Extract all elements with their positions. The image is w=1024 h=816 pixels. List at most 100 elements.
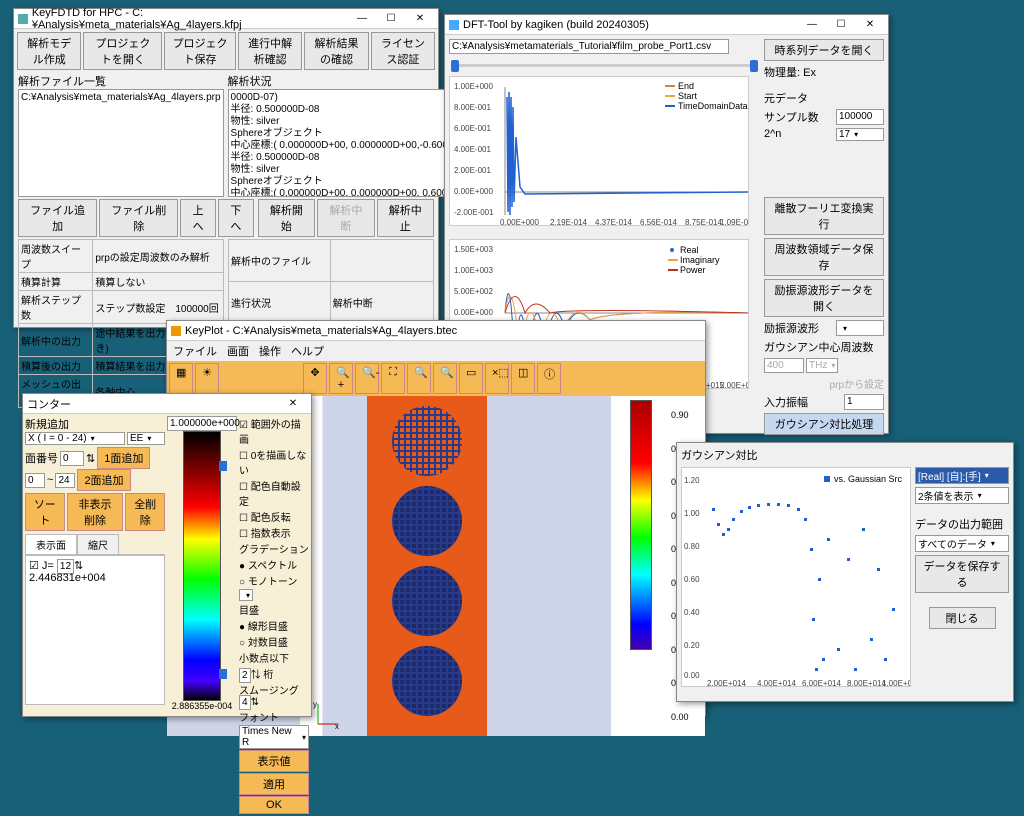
- svg-text:End: End: [678, 81, 694, 91]
- tool-zoomin-icon[interactable]: 🔍+: [329, 363, 353, 394]
- tool-sun-icon[interactable]: ☀: [195, 363, 219, 394]
- tool-sel-icon[interactable]: ▭: [459, 363, 483, 394]
- btn-disp[interactable]: 表示値: [239, 750, 309, 772]
- svg-text:y: y: [313, 700, 317, 709]
- disp-select[interactable]: 2条値を表示: [915, 487, 1009, 504]
- phys-label: 物理量: Ex: [764, 64, 884, 80]
- ck-invert[interactable]: 配色反転: [239, 509, 309, 524]
- btn-ok[interactable]: OK: [239, 796, 309, 814]
- close-icon[interactable]: ✕: [279, 396, 307, 412]
- tool-x-icon[interactable]: ×⬚: [485, 363, 509, 394]
- btn-del[interactable]: 全削除: [125, 493, 165, 531]
- svg-text:Start: Start: [678, 91, 698, 101]
- svg-text:1.00: 1.00: [684, 509, 700, 518]
- svg-text:8.00E+014: 8.00E+014: [847, 679, 886, 687]
- btn-start[interactable]: 解析開始: [258, 199, 315, 237]
- menu-view[interactable]: 画面: [227, 343, 249, 359]
- tool-zoomout-icon[interactable]: 🔍-: [355, 363, 379, 394]
- svg-text:0.80: 0.80: [684, 542, 700, 551]
- btn-open-exc[interactable]: 励振源波形データを開く: [764, 279, 884, 317]
- gauss-window: ガウシアン対比 1.201.000.800.600.400.200.00 2.0…: [676, 442, 1014, 702]
- comp-select[interactable]: EE: [127, 432, 165, 445]
- exp-select[interactable]: 17: [836, 128, 884, 141]
- ck-exp[interactable]: 指数表示: [239, 525, 309, 540]
- btn-stop[interactable]: 解析中止: [377, 199, 434, 237]
- tool-zoom3-icon[interactable]: 🔍: [433, 363, 457, 394]
- max-icon[interactable]: ☐: [827, 17, 855, 33]
- tool-move-icon[interactable]: ✥: [303, 363, 327, 394]
- svg-text:6.56E-014: 6.56E-014: [640, 218, 677, 226]
- close-icon[interactable]: ✕: [406, 11, 434, 27]
- menu-help[interactable]: ヘルプ: [291, 343, 324, 359]
- btn-pause: 解析中断: [317, 199, 374, 237]
- dft-titlebar[interactable]: DFT-Tool by kagiken (build 20240305) —☐✕: [445, 15, 888, 35]
- btn-openproj[interactable]: プロジェクトを開く: [83, 32, 162, 70]
- menu-op[interactable]: 操作: [259, 343, 281, 359]
- max-icon[interactable]: ☐: [377, 11, 405, 27]
- amp-input[interactable]: 1: [844, 394, 884, 410]
- svg-text:1.00E+000: 1.00E+000: [454, 82, 493, 91]
- close-icon[interactable]: ✕: [856, 17, 884, 33]
- btn-sort[interactable]: ソート: [25, 493, 65, 531]
- tool-ruler-icon[interactable]: ◫: [511, 363, 535, 394]
- cmax-input[interactable]: 1.000000e+000: [167, 416, 237, 431]
- rd-log[interactable]: 対数目盛: [239, 634, 309, 649]
- window-title: DFT-Tool by kagiken (build 20240305): [463, 19, 649, 31]
- filelist-box[interactable]: C:¥Analysis¥meta_materials¥Ag_4layers.pr…: [18, 89, 224, 197]
- svg-text:1.20: 1.20: [684, 476, 700, 485]
- j-check[interactable]: [29, 560, 42, 572]
- btn-license[interactable]: ライセンス認証: [371, 32, 435, 70]
- svg-text:8.75E-014: 8.75E-014: [685, 218, 722, 226]
- btn-result[interactable]: 解析結果の確認: [304, 32, 368, 70]
- min-icon[interactable]: —: [798, 17, 826, 33]
- rd-linear[interactable]: 線形目盛: [239, 618, 309, 633]
- tab-scale[interactable]: 縮尺: [77, 534, 119, 554]
- keyplot-titlebar[interactable]: KeyPlot - C:¥Analysis¥meta_materials¥Ag_…: [167, 321, 705, 341]
- status-box[interactable]: 0000D-07) 半径: 0.500000D-08 物性: silver Sp…: [228, 89, 475, 197]
- range-slider[interactable]: [451, 60, 758, 70]
- slider-handle[interactable]: [219, 669, 227, 679]
- btn-saveproj[interactable]: プロジェクト保存: [164, 32, 236, 70]
- tab-surface[interactable]: 表示面: [25, 534, 77, 554]
- btn-model[interactable]: 解析モデル作成: [17, 32, 81, 70]
- btn-close[interactable]: 閉じる: [929, 607, 996, 629]
- min-icon[interactable]: —: [348, 11, 376, 27]
- tool-fit-icon[interactable]: ⛶: [381, 363, 405, 394]
- rd-mono[interactable]: モノトーン: [239, 573, 309, 588]
- excwave-select[interactable]: [836, 320, 884, 336]
- ck-range[interactable]: 範囲外の描画: [239, 416, 309, 446]
- btn-save-data[interactable]: データを保存する: [915, 555, 1009, 593]
- btn-fft[interactable]: 離散フーリエ変換実行: [764, 197, 884, 235]
- btn-add1[interactable]: 1面追加: [97, 447, 150, 469]
- axis-select[interactable]: X ( I = 0 - 24): [25, 432, 125, 445]
- colorbar-panel: [611, 396, 671, 736]
- status-label: 解析状況: [228, 73, 475, 89]
- ck-zero[interactable]: 0を描画しない: [239, 447, 309, 477]
- btn-fileadd[interactable]: ファイル追加: [18, 199, 97, 237]
- gradient-bar: [183, 431, 221, 701]
- btn-gauss[interactable]: ガウシアン対比処理: [764, 413, 884, 435]
- range-select[interactable]: すべてのデータ: [915, 535, 1009, 552]
- btn-save-freq[interactable]: 周波数領域データ保存: [764, 238, 884, 276]
- keyfdtd-titlebar[interactable]: KeyFDTD for HPC - C:¥Analysis¥meta_mater…: [14, 9, 438, 29]
- tool-cube-icon[interactable]: ▦: [169, 363, 193, 394]
- btn-up[interactable]: 上へ: [180, 199, 216, 237]
- btn-down[interactable]: 下へ: [218, 199, 254, 237]
- face-input[interactable]: 0: [60, 451, 84, 466]
- btn-filedel[interactable]: ファイル削除: [99, 199, 178, 237]
- mode-select[interactable]: [Real] [自]:[手]: [915, 467, 1009, 484]
- tool-info-icon[interactable]: ⓘ: [537, 363, 561, 394]
- btn-hide[interactable]: 非表示削除: [67, 493, 124, 531]
- slider-handle[interactable]: [219, 461, 227, 471]
- ck-auto[interactable]: 配色自動設定: [239, 478, 309, 508]
- sample-input[interactable]: 100000: [836, 109, 884, 125]
- contour-titlebar[interactable]: コンター ✕: [23, 394, 311, 414]
- btn-add2[interactable]: 2面追加: [77, 469, 130, 491]
- tool-zoom2-icon[interactable]: 🔍: [407, 363, 431, 394]
- btn-progress[interactable]: 進行中解析確認: [238, 32, 302, 70]
- path-input[interactable]: C:¥Analysis¥metamaterials_Tutorial¥film_…: [449, 39, 729, 54]
- btn-apply[interactable]: 適用: [239, 773, 309, 795]
- menu-file[interactable]: ファイル: [173, 343, 217, 359]
- btn-open-ts[interactable]: 時系列データを開く: [764, 39, 884, 61]
- rd-spectrum[interactable]: スペクトル: [239, 557, 309, 572]
